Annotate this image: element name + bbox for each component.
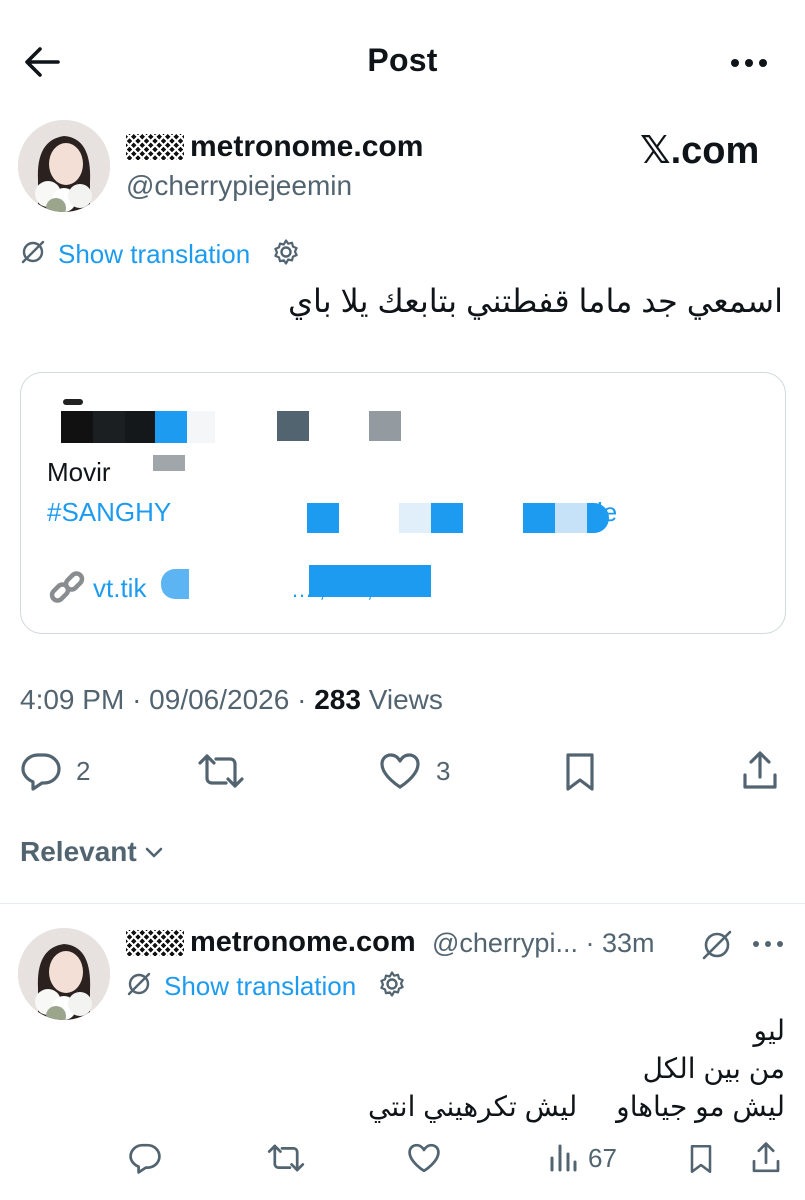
post-text: اسمعي جد ماما قفطتني بتابعك يلا باي bbox=[287, 283, 783, 319]
redacted-block bbox=[125, 411, 155, 443]
reply-text: ليو من بين الكل ليش مو جياهاو ليش تكرهين… bbox=[368, 1012, 785, 1126]
page-title: Post bbox=[367, 42, 438, 78]
heart-icon bbox=[380, 753, 420, 789]
reply-reply-button[interactable] bbox=[128, 1142, 162, 1174]
translate-icon bbox=[20, 239, 46, 270]
translation-row: Show translation bbox=[20, 238, 300, 271]
reply-show-translation-link[interactable]: Show translation bbox=[164, 971, 356, 1002]
reply-views-button[interactable]: 67 bbox=[548, 1142, 617, 1174]
redacted-block bbox=[307, 503, 339, 533]
bookmark-button[interactable] bbox=[560, 751, 600, 793]
reply-line: ليش مو جياهاو ليش تكرهيني انتي bbox=[367, 1091, 785, 1122]
translate-icon bbox=[126, 971, 152, 1002]
redacted-block bbox=[63, 399, 83, 405]
redacted-block bbox=[155, 411, 187, 443]
views-icon bbox=[550, 1144, 577, 1172]
redacted-block bbox=[187, 411, 215, 443]
name-emoji-pattern bbox=[126, 134, 184, 160]
reply-line: من بين الكل bbox=[642, 1053, 785, 1084]
settings-gear-icon[interactable] bbox=[272, 238, 300, 271]
post-meta: 4:09 PM · 09/06/2026 · 283 Views bbox=[20, 684, 443, 715]
redacted-block bbox=[189, 569, 289, 599]
reply-icon bbox=[21, 753, 61, 791]
like-button[interactable]: 3 bbox=[378, 751, 450, 791]
reply-more-icon[interactable] bbox=[750, 934, 786, 959]
reply-icon bbox=[129, 1143, 161, 1174]
share-button[interactable] bbox=[740, 749, 780, 793]
bookmark-icon bbox=[690, 1144, 712, 1174]
post-action-bar: 2 3 bbox=[0, 745, 805, 801]
share-icon bbox=[743, 751, 777, 789]
card-line-1: Movir bbox=[47, 457, 111, 487]
views-label: Views bbox=[368, 684, 443, 715]
redacted-block bbox=[171, 501, 251, 531]
author-avatar[interactable] bbox=[18, 120, 110, 212]
redacted-block bbox=[153, 455, 185, 471]
reply-button[interactable]: 2 bbox=[20, 751, 90, 791]
reply-repost-button[interactable] bbox=[266, 1142, 306, 1174]
author-handle[interactable]: @cherrypiejeemin bbox=[126, 170, 352, 202]
reply-author-name[interactable]: metronome.com bbox=[126, 926, 416, 959]
reply-author-avatar[interactable] bbox=[18, 928, 110, 1020]
settings-gear-icon[interactable] bbox=[378, 970, 406, 1003]
reply-views-count: 67 bbox=[588, 1142, 617, 1173]
grok-icon[interactable] bbox=[700, 928, 734, 967]
reply-line: ليو bbox=[753, 1015, 785, 1046]
heart-icon bbox=[408, 1143, 440, 1173]
divider bbox=[0, 903, 805, 904]
post-date: 09/06/2026 bbox=[149, 684, 290, 715]
like-count: 3 bbox=[436, 755, 451, 786]
x-watermark: 𝕏.com bbox=[640, 130, 760, 172]
redacted-block bbox=[399, 503, 431, 533]
quoted-link-card[interactable]: Movir #SANGHYEO le vt.tik … ,Z… ,… bbox=[20, 372, 786, 634]
more-options-icon[interactable] bbox=[729, 48, 769, 78]
redacted-block bbox=[161, 569, 189, 599]
repost-button[interactable] bbox=[196, 751, 246, 791]
chevron-down-icon bbox=[145, 847, 163, 858]
sort-label: Relevant bbox=[20, 836, 137, 867]
post-time: 4:09 PM bbox=[20, 684, 125, 715]
reply-like-button[interactable] bbox=[406, 1142, 442, 1174]
reply-time: 33m bbox=[601, 928, 655, 958]
repost-icon bbox=[267, 1144, 305, 1172]
reply-action-bar: 67 bbox=[0, 1138, 805, 1182]
reply-bookmark-button[interactable] bbox=[686, 1142, 716, 1176]
redacted-block bbox=[369, 411, 401, 441]
redacted-block bbox=[431, 503, 463, 533]
name-emoji-pattern bbox=[126, 929, 184, 956]
share-icon bbox=[752, 1142, 780, 1173]
redacted-block bbox=[309, 565, 431, 597]
repost-icon bbox=[198, 754, 244, 788]
redacted-block bbox=[277, 411, 309, 441]
reply-share-button[interactable] bbox=[750, 1140, 782, 1176]
redacted-block bbox=[523, 503, 555, 533]
author-name[interactable]: metronome.com bbox=[126, 130, 423, 164]
bookmark-icon bbox=[566, 753, 594, 791]
reply-count: 2 bbox=[76, 755, 91, 786]
redacted-block bbox=[93, 411, 125, 443]
redacted-block bbox=[555, 503, 587, 533]
views-count: 283 bbox=[314, 684, 361, 715]
redacted-block bbox=[61, 411, 93, 443]
link-icon bbox=[47, 567, 87, 612]
reply-translation-row: Show translation bbox=[126, 970, 406, 1003]
card-link[interactable]: vt.tik bbox=[93, 573, 146, 604]
card-hashtag-end: le bbox=[597, 497, 618, 527]
reply-author-handle[interactable]: @cherrypi... · 33m bbox=[432, 928, 655, 959]
show-translation-link[interactable]: Show translation bbox=[58, 239, 250, 270]
reply-sort-dropdown[interactable]: Relevant bbox=[20, 836, 165, 868]
